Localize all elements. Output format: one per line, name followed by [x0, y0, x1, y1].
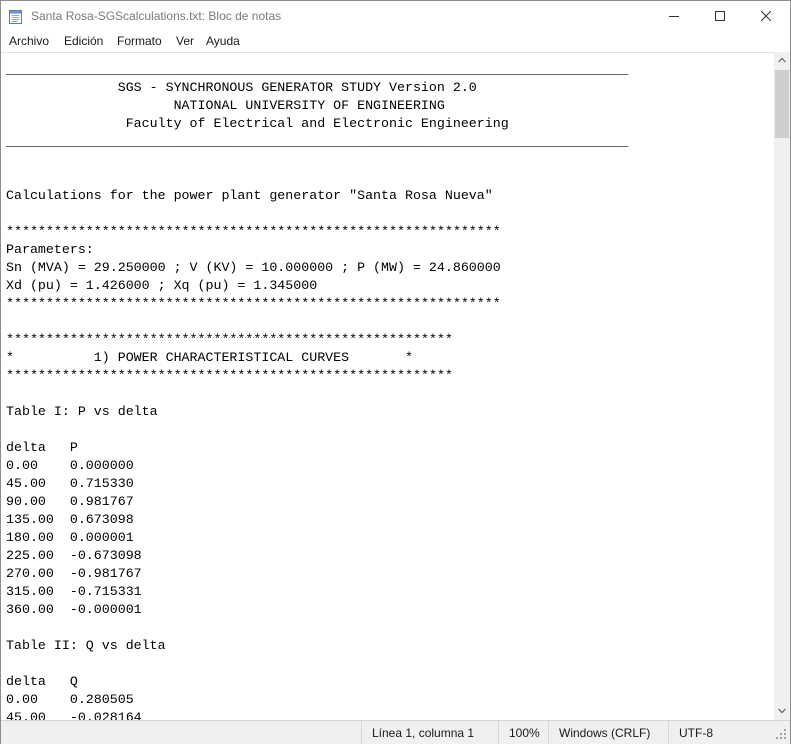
notepad-icon — [9, 9, 22, 24]
chevron-down-icon — [778, 708, 786, 714]
resize-grip-icon[interactable] — [776, 729, 786, 739]
menu-ver[interactable]: Ver — [176, 34, 194, 48]
scroll-down-button[interactable] — [774, 703, 790, 720]
status-cursor-position: Línea 1, columna 1 — [361, 721, 499, 744]
window-title: Santa Rosa-SGScalculations.txt: Bloc de … — [31, 9, 282, 23]
title-bar[interactable]: Santa Rosa-SGScalculations.txt: Bloc de … — [1, 1, 790, 32]
status-encoding: UTF-8 — [668, 721, 769, 744]
menu-formato[interactable]: Formato — [117, 34, 162, 48]
minimize-icon — [669, 16, 679, 17]
chevron-up-icon — [778, 57, 786, 63]
line-ending-text: Windows (CRLF) — [559, 726, 651, 740]
menu-ayuda[interactable]: Ayuda — [206, 34, 240, 48]
menu-archivo[interactable]: Archivo — [9, 34, 49, 48]
close-icon — [761, 11, 771, 21]
close-button[interactable] — [743, 1, 789, 32]
document-text[interactable]: ________________________________________… — [6, 61, 628, 721]
menu-edicion[interactable]: Edición — [64, 34, 103, 48]
notepad-window: Santa Rosa-SGScalculations.txt: Bloc de … — [0, 0, 791, 744]
cursor-position-text: Línea 1, columna 1 — [372, 726, 475, 740]
vertical-scrollbar[interactable] — [774, 52, 790, 720]
scroll-thumb[interactable] — [775, 70, 789, 138]
status-line-ending: Windows (CRLF) — [548, 721, 669, 744]
status-zoom: 100% — [498, 721, 549, 744]
text-editor[interactable]: ________________________________________… — [1, 52, 774, 721]
minimize-button[interactable] — [651, 1, 697, 32]
menu-bar: Archivo Edición Formato Ver Ayuda — [1, 32, 790, 52]
zoom-text: 100% — [509, 726, 540, 740]
status-bar: Línea 1, columna 1 100% Windows (CRLF) U… — [1, 720, 790, 744]
maximize-button[interactable] — [697, 1, 743, 32]
maximize-icon — [715, 11, 725, 21]
scroll-up-button[interactable] — [774, 52, 790, 69]
encoding-text: UTF-8 — [679, 726, 713, 740]
